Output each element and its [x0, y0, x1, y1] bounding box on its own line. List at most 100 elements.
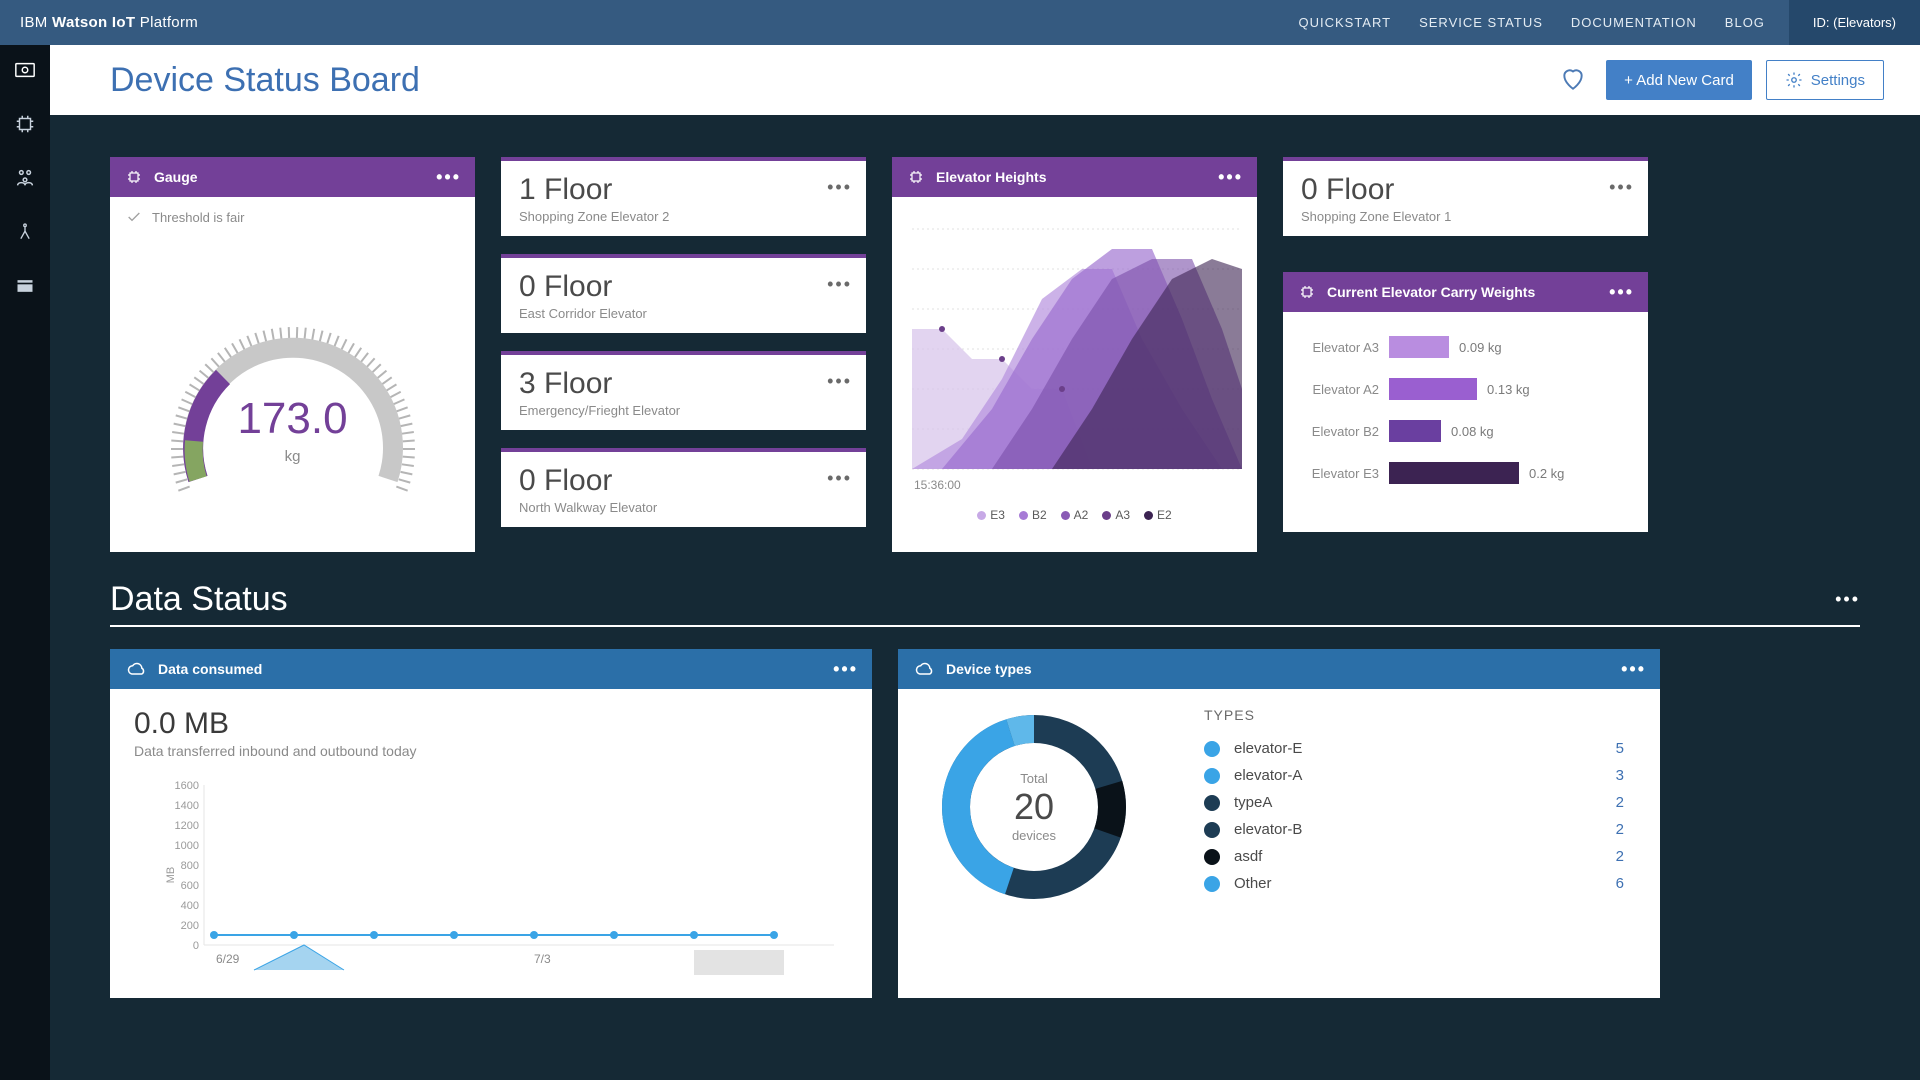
- device-types-body: Total 20 devices TYPES elevator-E5elevat…: [898, 689, 1660, 925]
- floor-value: 1 Floor: [519, 173, 848, 207]
- nav-dashboard-icon[interactable]: [10, 55, 40, 85]
- nav-documentation[interactable]: DOCUMENTATION: [1571, 15, 1697, 30]
- weights-body: Elevator A3 0.09 kg Elevator A20.13 kg Elev…: [1283, 312, 1648, 496]
- floor-card-menu[interactable]: •••: [827, 274, 852, 295]
- floor-value: 0 Floor: [1301, 173, 1630, 207]
- svg-text:400: 400: [181, 900, 199, 912]
- svg-text:600: 600: [181, 880, 199, 892]
- cloud-icon: [126, 661, 146, 677]
- brand-suffix: Platform: [140, 14, 198, 31]
- type-dot: [1204, 768, 1220, 784]
- check-icon: [126, 209, 142, 225]
- floor-card-3: 0 Floor North Walkway Elevator •••: [501, 448, 866, 527]
- type-count: 2: [1604, 794, 1624, 811]
- floor-value: 3 Floor: [519, 367, 848, 401]
- floor-value: 0 Floor: [519, 464, 848, 498]
- data-consumed-menu[interactable]: •••: [833, 659, 858, 680]
- data-consumed-body: 0.0 MB Data transferred inbound and outb…: [110, 689, 872, 998]
- gauge-body: 173.0 kg: [110, 237, 475, 537]
- settings-button-label: Settings: [1811, 72, 1865, 89]
- heights-card: Elevator Heights •••: [892, 157, 1257, 552]
- type-name: asdf: [1234, 848, 1590, 865]
- type-name: elevator-A: [1234, 767, 1590, 784]
- type-count: 3: [1604, 767, 1624, 784]
- nav-service-status[interactable]: SERVICE STATUS: [1419, 15, 1543, 30]
- x-tick: 7/3: [534, 952, 551, 966]
- donut-total-label: Total: [1020, 771, 1047, 786]
- weight-value: 0.09 kg: [1459, 340, 1502, 355]
- donut-total: 20: [1014, 786, 1054, 828]
- gauge-status: Threshold is fair: [110, 197, 475, 237]
- floor-sub: East Corridor Elevator: [519, 306, 848, 321]
- nav-apps-icon[interactable]: [10, 217, 40, 247]
- weight-label: Elevator B2: [1301, 424, 1379, 439]
- nav-members-icon[interactable]: [10, 163, 40, 193]
- type-count: 5: [1604, 740, 1624, 757]
- floor-sub: North Walkway Elevator: [519, 500, 848, 515]
- weights-card-menu[interactable]: •••: [1609, 282, 1634, 303]
- org-id-chip[interactable]: ID: (Elevators): [1789, 0, 1920, 45]
- gauge-card-menu[interactable]: •••: [436, 167, 461, 188]
- gauge-card-title: Gauge: [154, 169, 198, 185]
- type-row[interactable]: elevator-B2: [1204, 816, 1624, 843]
- floor-card-2: 3 Floor Emergency/Frieght Elevator •••: [501, 351, 866, 430]
- type-dot: [1204, 795, 1220, 811]
- legend-item: A2: [1061, 508, 1089, 522]
- data-consumed-card: Data consumed ••• 0.0 MB Data transferre…: [110, 649, 872, 998]
- floor-card-0: 1 Floor Shopping Zone Elevator 2 •••: [501, 157, 866, 236]
- floor-sub: Shopping Zone Elevator 2: [519, 209, 848, 224]
- floor-sub: Shopping Zone Elevator 1: [1301, 209, 1630, 224]
- type-row[interactable]: asdf 2: [1204, 843, 1624, 870]
- floor-card-menu[interactable]: •••: [827, 177, 852, 198]
- legend-item: A3: [1102, 508, 1130, 522]
- weight-label: Elevator E3: [1301, 466, 1379, 481]
- type-row[interactable]: Other6: [1204, 870, 1624, 897]
- weight-value: 0.2 kg: [1529, 466, 1564, 481]
- nav-usage-icon[interactable]: [10, 271, 40, 301]
- column-4: 0 Floor Shopping Zone Elevator 1 ••• Cur…: [1283, 157, 1648, 532]
- weight-label: Elevator A3: [1301, 340, 1379, 355]
- nav-devices-icon[interactable]: [10, 109, 40, 139]
- data-consumed-value: 0.0 MB: [134, 707, 848, 741]
- svg-text:1000: 1000: [175, 840, 199, 852]
- chip-icon: [908, 169, 924, 185]
- floor-card-menu[interactable]: •••: [827, 371, 852, 392]
- type-count: 2: [1604, 848, 1624, 865]
- donut-center: Total 20 devices: [934, 707, 1134, 907]
- floor-card-menu[interactable]: •••: [827, 468, 852, 489]
- section-title: Data Status: [110, 580, 288, 619]
- gauge-card: Gauge ••• Threshold is fair: [110, 157, 475, 552]
- weight-bar: [1389, 336, 1449, 358]
- section-menu[interactable]: •••: [1835, 589, 1860, 610]
- nav-blog[interactable]: BLOG: [1725, 15, 1765, 30]
- gauge-card-header: Gauge •••: [110, 157, 475, 197]
- favorite-button[interactable]: [1554, 60, 1592, 101]
- settings-button[interactable]: Settings: [1766, 60, 1884, 100]
- type-row[interactable]: elevator-E5: [1204, 735, 1624, 762]
- gauge-unit: kg: [285, 448, 301, 465]
- weights-card: Current Elevator Carry Weights ••• Eleva…: [1283, 272, 1648, 532]
- add-new-card-button[interactable]: + Add New Card: [1606, 60, 1752, 100]
- heights-legend: E3 B2 A2 A3 E2: [902, 508, 1247, 522]
- heights-card-header: Elevator Heights •••: [892, 157, 1257, 197]
- svg-text:0: 0: [193, 940, 199, 952]
- weight-value: 0.08 kg: [1451, 424, 1494, 439]
- floor-card-menu[interactable]: •••: [1609, 177, 1634, 198]
- weight-bar: [1389, 378, 1477, 400]
- heart-icon: [1560, 66, 1586, 92]
- svg-text:800: 800: [181, 860, 199, 872]
- type-count: 6: [1604, 875, 1624, 892]
- page-title: Device Status Board: [110, 61, 420, 100]
- heights-card-menu[interactable]: •••: [1218, 167, 1243, 188]
- weight-row: Elevator A20.13 kg: [1301, 378, 1630, 400]
- legend-item: E3: [977, 508, 1005, 522]
- type-row[interactable]: elevator-A 3: [1204, 762, 1624, 789]
- nav-quickstart[interactable]: QUICKSTART: [1298, 15, 1391, 30]
- floor-card-1: 0 Floor East Corridor Elevator •••: [501, 254, 866, 333]
- type-row[interactable]: typeA2: [1204, 789, 1624, 816]
- device-types-menu[interactable]: •••: [1621, 659, 1646, 680]
- device-types-donut: Total 20 devices: [934, 707, 1134, 907]
- heights-chart: 15:36:00: [902, 209, 1247, 499]
- brand-bold: Watson IoT: [52, 14, 135, 31]
- floor-card-right: 0 Floor Shopping Zone Elevator 1 •••: [1283, 157, 1648, 236]
